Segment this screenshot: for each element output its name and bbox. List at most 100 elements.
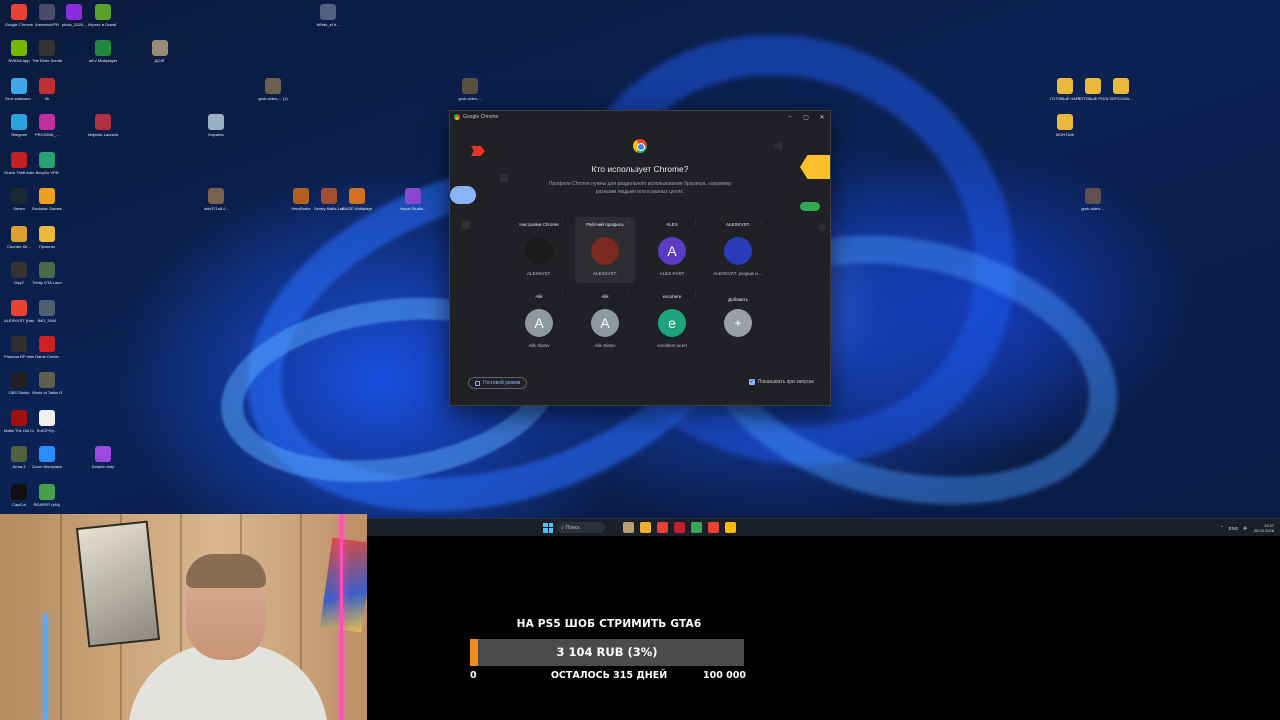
desktop-shortcut[interactable]: Whisk_sf d... (313, 4, 343, 27)
desktop-shortcut[interactable]: grok-video-... (1) (258, 78, 288, 101)
desktop-shortcut[interactable]: Sentry Mafia Launcher (314, 188, 344, 211)
profile-card[interactable]: Alik ⋮ A Alik Slotov (575, 289, 635, 355)
taskbar-search[interactable]: ⌕ Поиск (557, 522, 605, 533)
desktop-shortcut[interactable]: Arma 3 (4, 446, 34, 469)
desktop-shortcut[interactable]: OBS Studio (4, 372, 34, 395)
profile-avatar (724, 237, 752, 265)
app-icon (95, 4, 111, 20)
more-options-icon[interactable]: ⋮ (693, 220, 698, 226)
chevron-up-icon[interactable]: ⌃ (1220, 525, 1224, 531)
profile-card[interactable]: Настройки Chrome ⋮ ALEXKVST. (509, 217, 569, 283)
minimize-button[interactable]: – (782, 111, 798, 123)
desktop-shortcut[interactable]: NVIDIA App (4, 40, 34, 63)
clock[interactable]: 15:57 06.02.2026 (1254, 523, 1274, 533)
profile-card[interactable]: excobere ⋮ e excobere acert (642, 289, 702, 355)
desktop-shortcut[interactable]: PROXIMA_... (32, 114, 62, 137)
window-titlebar[interactable]: Google Chrome – ▢ ✕ (450, 111, 830, 123)
desktop-shortcut[interactable]: Проекты (32, 226, 62, 249)
taskbar-app-icon[interactable] (640, 522, 651, 533)
desktop-shortcut[interactable]: CapCut (4, 484, 34, 507)
neon-light (44, 614, 47, 720)
guest-mode-button[interactable]: Гостевой режим (468, 377, 528, 389)
taskbar-app-icon[interactable] (708, 522, 719, 533)
volume-icon[interactable]: 🔈 (1243, 525, 1249, 531)
desktop-shortcut[interactable]: ff.xlCPGy... (32, 410, 62, 433)
desktop-shortcut[interactable]: Prasona RP mini10+ (4, 336, 34, 359)
profile-name: ALEXKVST. (526, 271, 551, 276)
profile-card[interactable]: ALEX ⋮ A ALEX KVST (642, 217, 702, 283)
desktop-shortcut[interactable]: ДОЛГ (145, 40, 175, 63)
desktop-shortcut-label: Проекты (38, 244, 56, 249)
desktop-shortcut[interactable]: AmneziaVPN (32, 4, 62, 27)
desktop-shortcut[interactable]: RAGE Multiplayer (342, 188, 372, 211)
desktop-shortcut[interactable]: DayZ (4, 262, 34, 285)
desktop-shortcut[interactable]: Visual Studio... (398, 188, 428, 211)
desktop-shortcut[interactable]: Этот компьют... (4, 78, 34, 101)
checkmark-icon: ✓ (748, 379, 755, 385)
taskbar-app-icon[interactable] (657, 522, 668, 533)
desktop-shortcut[interactable]: photo_2025... (59, 4, 89, 27)
app-icon (95, 446, 111, 462)
desktop-shortcut[interactable]: IMG_3044 (32, 300, 62, 323)
windows-start-icon[interactable] (543, 522, 553, 533)
desktop-shortcut[interactable]: ГОТОВЫЕ РОЛИКИ (1078, 78, 1108, 101)
desktop-shortcut[interactable]: Majestic Launcher (88, 114, 118, 137)
desktop-shortcut[interactable]: МОНТАЖ (1050, 114, 1080, 137)
desktop-shortcut[interactable]: Game Center (32, 336, 62, 359)
desktop-shortcut[interactable]: sldv371s8-f... (201, 188, 231, 211)
more-options-icon[interactable]: ⋮ (626, 292, 631, 298)
desktop-shortcut-label: OBS Studio (8, 390, 30, 395)
chrome-profile-picker-window[interactable]: Google Chrome – ▢ ✕ Кто использует Chrom… (449, 110, 831, 406)
desktop-shortcut[interactable]: Telegram (4, 114, 34, 137)
desktop-shortcut-label: Dolphin Anty (91, 464, 115, 469)
desktop-shortcut[interactable]: Steam (4, 188, 34, 211)
close-button[interactable]: ✕ (814, 111, 830, 123)
more-options-icon[interactable]: ⋮ (560, 292, 565, 298)
more-options-icon[interactable]: ⋮ (560, 220, 565, 226)
desktop-shortcut[interactable]: REAPER (x64) (32, 484, 62, 507)
taskbar-app-icon[interactable] (691, 522, 702, 533)
desktop-shortcut[interactable]: Dolphin Anty (88, 446, 118, 469)
desktop-shortcut[interactable]: Trinity GTA Launcher (32, 262, 62, 285)
desktop-shortcut[interactable]: Корзина (201, 114, 231, 137)
show-on-startup-checkbox[interactable]: ✓ Показывать при запуске (748, 379, 814, 385)
profile-card[interactable]: ALEXKVST. ⋮ ALEXKVST. разрыв и ... (708, 217, 768, 283)
taskbar-app-icon[interactable] (674, 522, 685, 533)
desktop-shortcut[interactable]: ALEXKVST (Настрой... (4, 300, 34, 323)
desktop-shortcut[interactable]: Rockstar Games ... (32, 188, 62, 211)
desktop-shortcut[interactable]: alt:V Multiplayer (88, 40, 118, 63)
desktop-shortcut[interactable]: ГОТОВЫЕ НАРЕ... (1050, 78, 1080, 101)
app-icon (11, 336, 27, 352)
app-icon (1113, 78, 1129, 94)
desktop: Google Chrome AmneziaVPN photo_2025... Игра… (0, 0, 1280, 518)
desktop-shortcut-label: Game Center (34, 354, 59, 359)
desktop-shortcut[interactable]: ПЕРСОНА... (1106, 78, 1136, 101)
desktop-shortcut[interactable]: Играть в Grand Th... (88, 4, 118, 27)
language-indicator[interactable]: ENG (1229, 526, 1239, 531)
add-profile-button[interactable]: Добавить + (708, 289, 768, 355)
taskbar-app-icon[interactable] (623, 522, 634, 533)
taskbar-app-icon[interactable] (725, 522, 736, 533)
desktop-shortcut[interactable]: World of Tanks RU (32, 372, 62, 395)
desktop-shortcut[interactable]: The Elder Scrolls Online (32, 40, 62, 63)
desktop-shortcut[interactable]: Grand Theft Auto III - T... (4, 152, 34, 175)
desktop-shortcut[interactable]: HeroBrake (286, 188, 316, 211)
desktop-shortcut[interactable]: BoxySo VPN (32, 152, 62, 175)
profile-card[interactable]: Рабочий профиль ⋮ ALEXKVST. (575, 217, 635, 283)
desktop-shortcut[interactable]: Counter-Str... (4, 226, 34, 249)
more-options-icon[interactable]: ⋮ (626, 220, 631, 226)
maximize-button[interactable]: ▢ (798, 111, 814, 123)
desktop-shortcut[interactable]: grok-video-... (1078, 188, 1108, 211)
desktop-shortcut[interactable]: grok-video-... (455, 78, 485, 101)
desktop-shortcut-label: Sentry Mafia Launcher (314, 206, 344, 211)
more-options-icon[interactable]: ⋮ (693, 292, 698, 298)
desktop-shortcut-label: DayZ (14, 280, 24, 285)
desktop-shortcut[interactable]: Zoom Workplace (32, 446, 62, 469)
profile-card[interactable]: Alik ⋮ A Alik Slotov (509, 289, 569, 355)
webcam-overlay (0, 514, 367, 720)
desktop-shortcut[interactable]: Mafia The Old Country (4, 410, 34, 433)
app-icon (11, 410, 27, 426)
desktop-shortcut[interactable]: lib (32, 78, 62, 101)
more-options-icon[interactable]: ⋮ (759, 220, 764, 226)
desktop-shortcut[interactable]: Google Chrome (4, 4, 34, 27)
